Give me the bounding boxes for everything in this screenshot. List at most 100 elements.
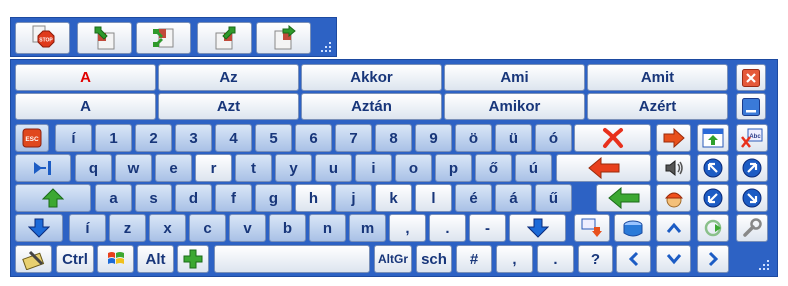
char-key[interactable]: h — [295, 184, 332, 212]
char-key[interactable]: n — [309, 214, 346, 242]
char-key[interactable]: c — [189, 214, 226, 242]
char-key[interactable]: u — [315, 154, 352, 182]
char-key[interactable]: a — [95, 184, 132, 212]
move-keyboard-up-button[interactable] — [77, 22, 132, 54]
abc-down-key[interactable] — [574, 214, 610, 242]
space-key[interactable] — [214, 245, 370, 273]
tab-key[interactable] — [15, 154, 71, 182]
add-key[interactable] — [177, 245, 209, 273]
char-key[interactable]: t — [235, 154, 272, 182]
shift-down-right-key[interactable] — [509, 214, 566, 242]
altgr-key[interactable]: AltGr — [374, 245, 412, 273]
backspace-key[interactable] — [556, 154, 651, 182]
nav-up-key[interactable] — [656, 214, 691, 242]
char-key[interactable]: 3 — [175, 124, 212, 152]
char-key[interactable]: k — [375, 184, 412, 212]
char-key[interactable]: ű — [535, 184, 572, 212]
char-key[interactable]: f — [215, 184, 252, 212]
char-key[interactable]: x — [149, 214, 186, 242]
suggestion-word[interactable]: Aztán — [301, 93, 442, 120]
nav-down-right-key[interactable] — [736, 184, 768, 212]
helper-key[interactable] — [656, 184, 691, 212]
suggestion-word[interactable]: Azért — [587, 93, 728, 120]
settings-key[interactable] — [736, 214, 768, 242]
char-key[interactable]: b — [269, 214, 306, 242]
dock-keyboard-button[interactable] — [136, 22, 191, 54]
arrow-right-key[interactable] — [656, 124, 691, 152]
char-key[interactable]: ő — [475, 154, 512, 182]
char-key[interactable]: o — [395, 154, 432, 182]
stop-button[interactable]: STOP — [15, 22, 70, 54]
period-key[interactable]: . — [537, 245, 574, 273]
nav-down-key[interactable] — [656, 245, 691, 273]
sch-key[interactable]: sch — [416, 245, 452, 273]
resize-grip-icon[interactable] — [759, 260, 769, 270]
suggestion-word[interactable]: Akkor — [301, 64, 442, 91]
char-key[interactable]: é — [455, 184, 492, 212]
char-key[interactable]: z — [109, 214, 146, 242]
clear-button[interactable] — [574, 124, 651, 152]
char-key[interactable]: ö — [455, 124, 492, 152]
char-key[interactable]: . — [429, 214, 466, 242]
move-keyboard-down-button[interactable] — [256, 22, 311, 54]
char-key[interactable]: 1 — [95, 124, 132, 152]
char-key[interactable]: 2 — [135, 124, 172, 152]
char-key[interactable]: s — [135, 184, 172, 212]
enter-key[interactable] — [596, 184, 651, 212]
abc-delete-key[interactable]: Abc — [736, 124, 768, 152]
char-key[interactable]: i — [355, 154, 392, 182]
char-key[interactable]: á — [495, 184, 532, 212]
char-key[interactable]: g — [255, 184, 292, 212]
suggestion-word[interactable]: Ami — [444, 64, 585, 91]
char-key[interactable]: j — [335, 184, 372, 212]
char-key[interactable]: p — [435, 154, 472, 182]
move-keyboard-right-button[interactable] — [197, 22, 252, 54]
question-key[interactable]: ? — [578, 245, 613, 273]
char-key[interactable]: 6 — [295, 124, 332, 152]
window-key[interactable] — [697, 124, 729, 152]
suggestion-word[interactable]: A — [15, 93, 156, 120]
char-key[interactable]: m — [349, 214, 386, 242]
char-key[interactable]: 5 — [255, 124, 292, 152]
char-key[interactable]: r — [195, 154, 232, 182]
caps-lock-key[interactable] — [15, 184, 91, 212]
char-key[interactable]: 9 — [415, 124, 452, 152]
suggestion-word[interactable]: Az — [158, 64, 299, 91]
char-key[interactable]: e — [155, 154, 192, 182]
suggestion-word[interactable]: Amikor — [444, 93, 585, 120]
shift-down-key[interactable] — [15, 214, 63, 242]
char-key[interactable]: l — [415, 184, 452, 212]
char-key[interactable]: 4 — [215, 124, 252, 152]
esc-key[interactable]: ESC — [15, 124, 49, 152]
alt-key[interactable]: Alt — [137, 245, 174, 273]
comma-key[interactable]: , — [496, 245, 533, 273]
nav-up-left-key[interactable] — [697, 154, 729, 182]
windows-key[interactable] — [97, 245, 134, 273]
char-key[interactable]: d — [175, 184, 212, 212]
char-key[interactable]: y — [275, 154, 312, 182]
char-key[interactable]: - — [469, 214, 506, 242]
char-key[interactable]: í — [69, 214, 106, 242]
close-button[interactable] — [736, 64, 766, 91]
nav-left-key[interactable] — [616, 245, 651, 273]
char-key[interactable]: ú — [515, 154, 552, 182]
char-key[interactable]: 7 — [335, 124, 372, 152]
nav-right-key[interactable] — [697, 245, 729, 273]
char-key[interactable]: v — [229, 214, 266, 242]
char-key[interactable]: q — [75, 154, 112, 182]
suggestion-word[interactable]: A — [15, 64, 156, 91]
char-key[interactable]: ü — [495, 124, 532, 152]
resize-grip-icon[interactable] — [321, 42, 331, 52]
char-key[interactable]: ó — [535, 124, 572, 152]
notes-key[interactable] — [15, 245, 52, 273]
hash-key[interactable]: # — [456, 245, 492, 273]
nav-up-right-key[interactable] — [736, 154, 768, 182]
minimize-button[interactable] — [736, 93, 766, 120]
char-key[interactable]: , — [389, 214, 426, 242]
suggestion-word[interactable]: Amit — [587, 64, 728, 91]
char-key[interactable]: w — [115, 154, 152, 182]
layout-key[interactable] — [614, 214, 651, 242]
refresh-key[interactable] — [697, 214, 729, 242]
nav-down-left-key[interactable] — [697, 184, 729, 212]
ctrl-key[interactable]: Ctrl — [56, 245, 94, 273]
